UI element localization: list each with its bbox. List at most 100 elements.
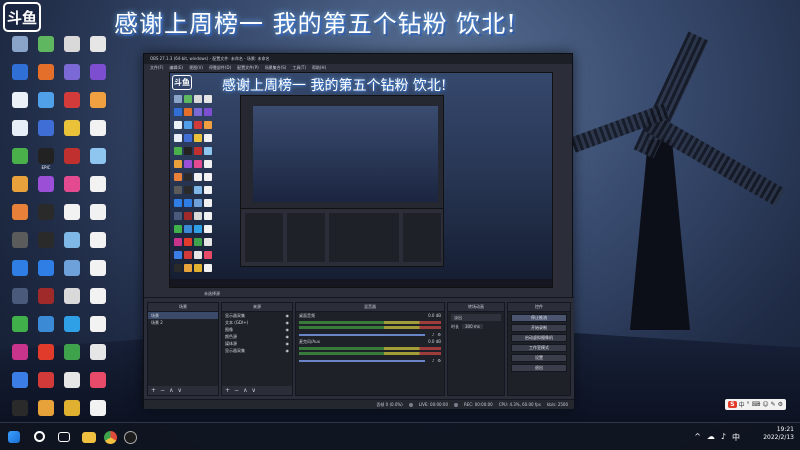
mixer-settings-gear-icon[interactable]: ⚙ (437, 358, 441, 363)
exit-button[interactable]: 退出 (511, 364, 567, 372)
preview-banner-title: 感谢上周榜一 我的第五个钻粉 饮北! (222, 78, 447, 94)
ime-punctuation-icon[interactable]: ° (747, 401, 750, 408)
transition-type-select[interactable]: 淡出 (451, 314, 501, 321)
preview-app-icon (174, 186, 182, 194)
move-up-icon[interactable]: ∧ (243, 387, 247, 394)
ime-emoji-icon[interactable]: ☺ (762, 401, 768, 408)
add-icon[interactable]: + (225, 387, 230, 394)
tray-chevron-icon[interactable]: ^ (694, 432, 701, 443)
visibility-eye-icon[interactable]: ◉ (286, 313, 290, 318)
sources-dock: 来源 显示器采集 ◉ 文本 (GDI+) ◉ 图像 ◉ 颜色源 ◉ 媒体源 ◉ 显示器采集 ◉ + − ∧… (221, 302, 293, 396)
start-button[interactable] (8, 431, 20, 443)
volume-slider[interactable] (299, 333, 425, 336)
scene-item-label: 场景 2 (151, 319, 163, 325)
volume-slider[interactable] (299, 359, 425, 362)
preview-app-icon (194, 121, 202, 129)
obs-menu-item[interactable]: 文件(F) (150, 65, 163, 71)
preview-app-icon (174, 264, 182, 272)
preview-app-icon (184, 186, 192, 194)
remove-icon[interactable]: − (234, 387, 239, 394)
obs-menu-item[interactable]: 停靠部件(D) (209, 65, 231, 71)
source-item[interactable]: 颜色源 ◉ (222, 333, 292, 340)
task-view-icon[interactable] (58, 432, 70, 442)
mixer-channel-db: 0.0 dB (428, 313, 441, 318)
transition-duration-field[interactable]: 300 ms (462, 324, 483, 329)
obs-menu-item[interactable]: 帮助(H) (312, 65, 326, 71)
obs-taskbar-icon[interactable] (124, 431, 137, 444)
visibility-eye-icon[interactable]: ◉ (286, 341, 290, 346)
obs-preview[interactable]: 斗鱼 感谢上周榜一 我的第五个钻粉 饮北! (169, 72, 553, 288)
search-icon[interactable] (34, 431, 45, 442)
obs-menu-item[interactable]: 配置文件(P) (237, 65, 259, 71)
stop-streaming-button[interactable]: 停止推流 (511, 314, 567, 322)
preview-app-icon (174, 212, 182, 220)
remove-icon[interactable]: − (160, 387, 165, 394)
app-icon (12, 120, 28, 136)
app-icon (64, 120, 80, 136)
scene-item[interactable]: 场景 (148, 312, 218, 319)
visibility-eye-icon[interactable]: ◉ (286, 327, 290, 332)
source-item-label: 文本 (GDI+) (225, 319, 249, 325)
mixer-settings-gear-icon[interactable]: ⚙ (437, 332, 441, 337)
ime-toolbar[interactable]: S 中 ° ⌨ ☺ ✎ ⚙ (725, 399, 786, 410)
app-icon (38, 344, 54, 360)
nested-dock-area (241, 208, 443, 266)
preview-app-icon (194, 199, 202, 207)
live-indicator-icon (408, 402, 413, 407)
start-recording-button[interactable]: 开始录制 (511, 324, 567, 332)
ime-chinese-mode[interactable]: 中 (739, 400, 745, 409)
source-item[interactable]: 文本 (GDI+) ◉ (222, 319, 292, 326)
audio-level-meter (299, 352, 441, 355)
system-tray[interactable]: ^ ☁ ♪ 中 (694, 432, 740, 443)
scene-item-label: 场景 (151, 312, 159, 318)
app-icon (64, 176, 80, 192)
source-item[interactable]: 显示器采集 ◉ (222, 312, 292, 319)
preview-app-icon (184, 238, 192, 246)
preview-app-icon (194, 186, 202, 194)
app-icon (64, 260, 80, 276)
add-icon[interactable]: + (151, 387, 156, 394)
visibility-eye-icon[interactable]: ◉ (286, 348, 290, 353)
scenes-toolbar: + − ∧ ∨ (148, 386, 218, 395)
app-icon (12, 232, 28, 248)
app-icon (38, 232, 54, 248)
obs-menu-item[interactable]: 编辑(E) (169, 65, 183, 71)
obs-menu-item[interactable]: 工具(T) (292, 65, 306, 71)
start-virtual-camera-button[interactable]: 启动虚拟摄像机 (511, 334, 567, 342)
app-icon (38, 316, 54, 332)
volume-icon[interactable]: ♪ (721, 432, 726, 443)
chrome-icon[interactable] (104, 431, 117, 444)
studio-mode-button[interactable]: 工作室模式 (511, 344, 567, 352)
app-icon (64, 372, 80, 388)
preview-app-icon (194, 264, 202, 272)
audio-level-meter (299, 347, 441, 350)
input-language-icon[interactable]: 中 (732, 432, 740, 443)
scene-item[interactable]: 场景 2 (148, 319, 218, 326)
move-up-icon[interactable]: ∧ (169, 387, 173, 394)
clock[interactable]: 19:21 2022/2/13 (763, 426, 794, 442)
speaker-icon[interactable]: ♪ (432, 358, 435, 363)
speaker-icon[interactable]: ♪ (432, 332, 435, 337)
obs-menu-item[interactable]: 视图(V) (189, 65, 203, 71)
source-item[interactable]: 媒体源 ◉ (222, 340, 292, 347)
move-down-icon[interactable]: ∨ (177, 387, 181, 394)
cloud-icon[interactable]: ☁ (707, 432, 715, 443)
app-icon (90, 316, 106, 332)
source-item[interactable]: 显示器采集 ◉ (222, 347, 292, 354)
obs-menu-item[interactable]: 场景集合(S) (265, 65, 287, 71)
file-explorer-icon[interactable] (82, 432, 96, 443)
sogou-logo-icon: S (728, 401, 737, 408)
ime-settings-icon[interactable]: ⚙ (778, 401, 783, 408)
mixer-channel-name: 桌面音频 (299, 312, 315, 318)
visibility-eye-icon[interactable]: ◉ (286, 320, 290, 325)
ime-keyboard-icon[interactable]: ⌨ (752, 401, 761, 408)
visibility-eye-icon[interactable]: ◉ (286, 334, 290, 339)
ime-handwriting-icon[interactable]: ✎ (771, 401, 776, 408)
obs-titlebar[interactable]: OBS 27.1.3 (64-bit, windows) - 配置文件: 未命名… (144, 54, 572, 64)
preview-app-icon (184, 121, 192, 129)
move-down-icon[interactable]: ∨ (251, 387, 255, 394)
source-item[interactable]: 图像 ◉ (222, 326, 292, 333)
settings-button[interactable]: 设置 (511, 354, 567, 362)
obs-window[interactable]: OBS 27.1.3 (64-bit, windows) - 配置文件: 未命名… (143, 53, 574, 409)
preview-app-icon (184, 134, 192, 142)
